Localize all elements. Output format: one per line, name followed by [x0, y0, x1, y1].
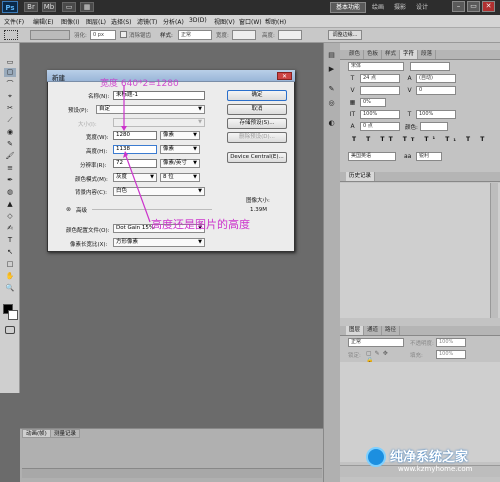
watermark-url: www.kzmyhome.com	[398, 465, 473, 473]
watermark-logo	[366, 447, 386, 467]
width-arrowhead	[121, 126, 127, 131]
height-arrowhead	[123, 151, 128, 158]
height-arrow-line	[125, 155, 151, 223]
annotation-arrows	[121, 85, 151, 223]
watermark-title: 纯净系统之家	[390, 450, 469, 465]
